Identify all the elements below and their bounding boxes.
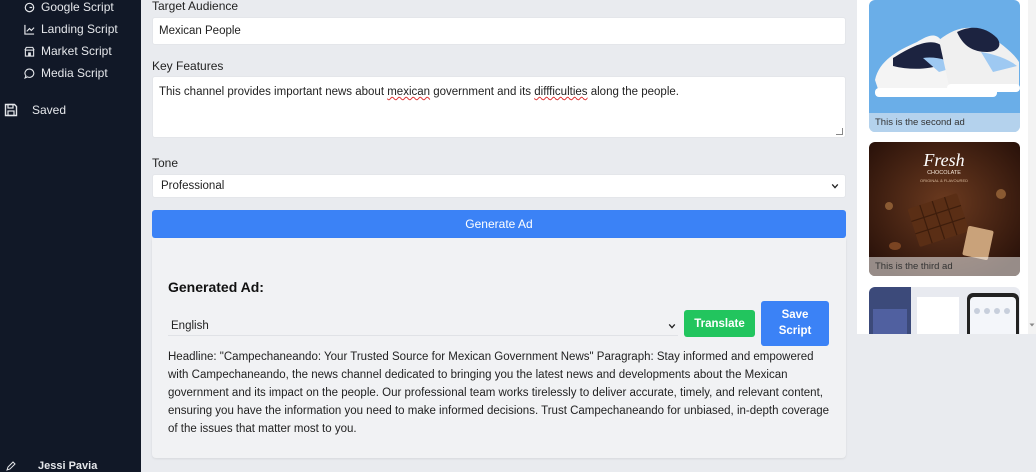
google-icon <box>24 2 35 13</box>
saved-label: Saved <box>32 103 67 117</box>
tone-label: Tone <box>152 156 179 170</box>
pencil-icon <box>6 461 16 471</box>
chocolate-brand-text: Fresh <box>922 150 964 170</box>
misspelled-word: diffficulties <box>534 86 588 98</box>
language-value: English <box>171 319 209 332</box>
misspelled-word: mexican <box>387 86 431 98</box>
devices-image <box>869 287 1020 334</box>
chocolate-sub-text: CHOCOLATE <box>927 170 961 176</box>
sidebar-item-landing-script[interactable]: Landing Script <box>24 22 118 36</box>
ad-thumbnail-third[interactable]: Fresh CHOCOLATE ORIGINAL & FLAVOURED Thi… <box>869 142 1020 276</box>
key-features-label: Key Features <box>152 59 224 73</box>
chart-icon <box>24 24 35 35</box>
user-name: Jessi Pavia <box>38 460 98 472</box>
translate-button[interactable]: Translate <box>684 310 755 337</box>
chat-icon <box>24 68 35 79</box>
ad-gallery: This is the second ad Fresh CHOCOLATE OR… <box>857 0 1036 334</box>
key-features-text: along the people. <box>587 86 679 98</box>
sidebar-item-label: Market Script <box>41 44 112 58</box>
sidebar-item-media-script[interactable]: Media Script <box>24 66 108 80</box>
generated-ad-card: Generated Ad: English Translate Save Scr… <box>152 238 846 458</box>
ad-caption: This is the third ad <box>869 257 1020 276</box>
chocolate-image: Fresh CHOCOLATE ORIGINAL & FLAVOURED <box>869 142 1020 276</box>
sidebar-item-saved[interactable]: Saved <box>4 103 66 117</box>
sidebar-item-label: Media Script <box>41 66 108 80</box>
user-profile[interactable]: Jessi Pavia <box>6 460 97 472</box>
tone-select[interactable]: Professional <box>152 174 846 198</box>
key-features-textarea[interactable]: This channel provides important news abo… <box>152 76 846 138</box>
sidebar-item-google-script[interactable]: Google Script <box>24 0 114 14</box>
sidebar-item-market-script[interactable]: Market Script <box>24 44 112 58</box>
ad-caption: This is the second ad <box>869 113 1020 132</box>
key-features-text: This channel provides important news abo… <box>159 86 388 98</box>
key-features-text: government and its <box>430 86 535 98</box>
gallery-scrollbar[interactable] <box>1028 0 1036 334</box>
target-audience-input[interactable]: Mexican People <box>152 17 846 45</box>
sidebar: Google Script Landing Script Market Scri… <box>0 0 141 472</box>
save-icon <box>4 103 18 117</box>
chocolate-tag-text: ORIGINAL & FLAVOURED <box>920 178 968 183</box>
generated-ad-title: Generated Ad: <box>168 279 264 295</box>
resize-handle-icon[interactable] <box>836 128 843 135</box>
ad-thumbnail-second[interactable]: This is the second ad <box>869 0 1020 132</box>
chevron-down-icon <box>668 323 676 329</box>
sidebar-item-label: Landing Script <box>41 22 118 36</box>
scroll-down-icon[interactable] <box>1029 322 1035 328</box>
generated-ad-text: Headline: "Campechaneando: Your Trusted … <box>168 351 830 436</box>
chevron-down-icon <box>831 183 839 189</box>
main-content: Target Audience Mexican People Key Featu… <box>141 0 856 472</box>
generate-ad-button[interactable]: Generate Ad <box>152 210 846 238</box>
store-icon <box>24 46 35 57</box>
ad-thumbnail-fourth[interactable] <box>869 287 1020 334</box>
save-script-button[interactable]: Save Script <box>761 301 829 346</box>
target-audience-label: Target Audience <box>152 0 239 13</box>
tone-value: Professional <box>161 180 225 192</box>
sidebar-item-label: Google Script <box>41 0 114 14</box>
language-select[interactable]: English <box>168 316 678 336</box>
